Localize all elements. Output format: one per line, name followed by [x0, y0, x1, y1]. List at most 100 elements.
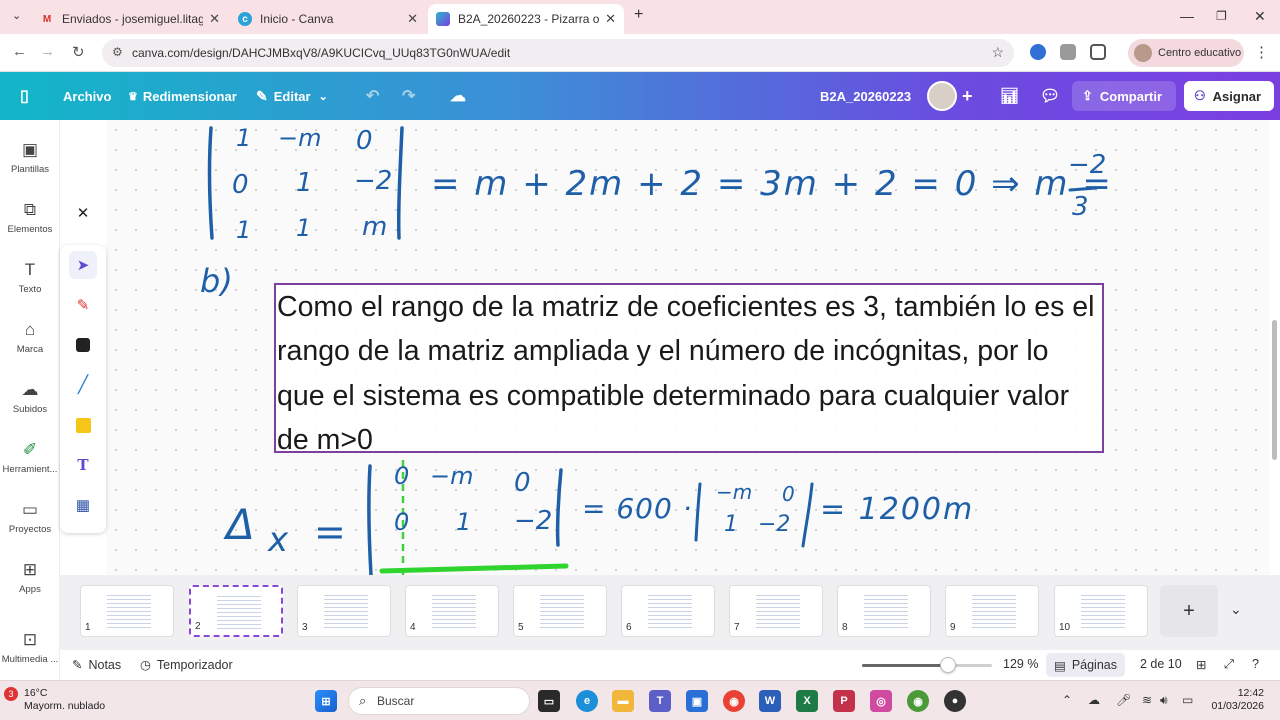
undo-icon[interactable]: ↶: [366, 72, 379, 120]
page-thumbnail[interactable]: 10: [1054, 585, 1148, 637]
avatar[interactable]: [927, 81, 957, 111]
excel-icon[interactable]: X: [796, 690, 818, 712]
zoom-slider-handle[interactable]: [939, 657, 956, 673]
sidebar-item-proyectos[interactable]: ▭ Proyectos: [0, 500, 60, 535]
battery-icon[interactable]: ▭: [1182, 693, 1193, 707]
taskbar-search[interactable]: ⌕ Buscar: [348, 687, 530, 715]
zoom-level[interactable]: 129 %: [1003, 657, 1038, 671]
add-page-button[interactable]: +: [1160, 585, 1218, 637]
network-app-icon[interactable]: ☁: [1088, 693, 1100, 707]
profile-button[interactable]: Centro educativo: [1128, 39, 1244, 67]
pages-toggle[interactable]: ▤ Páginas: [1046, 653, 1125, 677]
assign-button[interactable]: ⚇ Asignar: [1184, 81, 1274, 111]
close-window-icon[interactable]: ✕: [1254, 8, 1266, 25]
close-tab-icon[interactable]: ✕: [407, 11, 418, 27]
cloud-saved-icon[interactable]: ☁: [450, 72, 466, 120]
sidebar-item-marca[interactable]: ⌂ Marca: [0, 320, 60, 355]
page-thumbnail[interactable]: 7: [729, 585, 823, 637]
tab-search-icon[interactable]: ⌄: [12, 9, 21, 22]
browser-menu-icon[interactable]: ⋮: [1254, 43, 1269, 61]
edge-icon[interactable]: e: [576, 690, 598, 712]
fullscreen-icon[interactable]: ⤢: [1224, 657, 1234, 672]
document-title[interactable]: B2A_20260223: [820, 72, 911, 120]
windows-start-icon[interactable]: ⊞: [315, 690, 337, 712]
select-tool-icon[interactable]: ➤: [69, 251, 97, 279]
weather-widget[interactable]: 16°C Mayorm. nublado: [24, 687, 105, 713]
word-icon[interactable]: W: [759, 690, 781, 712]
shapes-tool-icon[interactable]: [69, 331, 97, 359]
chevron-down-icon[interactable]: ⌄: [1230, 601, 1242, 618]
sidebar-item-apps[interactable]: ⊞ Apps: [0, 560, 60, 595]
page-thumbnail[interactable]: 6: [621, 585, 715, 637]
file-explorer-icon[interactable]: ▬: [612, 690, 634, 712]
extension-icon[interactable]: [1030, 44, 1046, 60]
help-icon[interactable]: ?: [1252, 657, 1259, 671]
vertical-scrollbar[interactable]: [1272, 320, 1277, 460]
page-thumbnail[interactable]: 9: [945, 585, 1039, 637]
tab-canva-home[interactable]: c Inicio - Canva ✕: [230, 4, 426, 34]
forward-icon[interactable]: →: [40, 43, 55, 60]
obs-icon[interactable]: ●: [944, 690, 966, 712]
chrome-profile-icon[interactable]: ◉: [907, 690, 929, 712]
tray-chevron-icon[interactable]: ⌃: [1062, 693, 1072, 707]
grid-view-icon[interactable]: ⊞: [1196, 657, 1206, 672]
tab-gmail[interactable]: M Enviados - josemiguel.litago@e ✕: [32, 4, 228, 34]
comments-icon[interactable]: 💬︎: [1040, 72, 1060, 120]
table-tool-icon[interactable]: ▦: [69, 491, 97, 519]
zoom-slider[interactable]: [862, 664, 992, 667]
insights-icon[interactable]: 📊︎: [1000, 72, 1019, 120]
add-collaborator-icon[interactable]: +: [962, 72, 973, 120]
close-tab-icon[interactable]: ✕: [605, 11, 616, 27]
minimize-icon[interactable]: —: [1180, 8, 1194, 24]
page-thumbnail[interactable]: 1: [80, 585, 174, 637]
site-info-icon[interactable]: ⚙: [112, 45, 123, 59]
microphone-icon[interactable]: 🎤︎: [1116, 693, 1131, 707]
notes-button[interactable]: ✎ Notas: [72, 657, 121, 673]
sidebar-item-plantillas[interactable]: ▣ Plantillas: [0, 140, 60, 175]
explanation-textbox[interactable]: Como el rango de la matriz de coeficient…: [274, 283, 1104, 456]
file-menu[interactable]: Archivo: [63, 72, 111, 120]
url-field[interactable]: ⚙ canva.com/design/DAHCJMBxqV8/A9KUCICvq…: [102, 39, 1014, 67]
sticky-note-icon[interactable]: [69, 411, 97, 439]
line-tool-icon[interactable]: ╱: [69, 371, 97, 399]
whiteboard-canvas[interactable]: 1 −m 0 0 1 −2 1 1 m = m + 2m + 2 = 3m + …: [106, 120, 1270, 575]
sidebar-item-multimedia[interactable]: ⊡ Multimedia ...: [0, 630, 60, 665]
page-thumbnail[interactable]: 8: [837, 585, 931, 637]
system-clock[interactable]: 12:42 01/03/2026: [1206, 687, 1264, 713]
edit-menu[interactable]: ✎ Editar ⌄: [256, 72, 328, 120]
text-tool-icon[interactable]: T: [69, 451, 97, 479]
page-thumbnail[interactable]: 2: [189, 585, 283, 637]
sidebar-item-texto[interactable]: T Texto: [0, 260, 60, 295]
weather-alert-icon[interactable]: 3: [4, 687, 18, 701]
new-tab-icon[interactable]: +: [634, 6, 643, 24]
app-icon[interactable]: ◎: [870, 690, 892, 712]
resize-button[interactable]: ♛ Redimensionar: [128, 72, 237, 120]
outlook-icon[interactable]: ▣: [686, 690, 708, 712]
teams-icon[interactable]: T: [649, 690, 671, 712]
tab-whiteboard[interactable]: B2A_20260223 - Pizarra online ✕: [428, 4, 624, 34]
wifi-icon[interactable]: ≋: [1142, 693, 1152, 707]
back-icon[interactable]: ←: [12, 43, 27, 60]
sidebar-item-elementos[interactable]: ⧉ Elementos: [0, 200, 60, 235]
bookmark-star-icon[interactable]: ☆: [991, 44, 1004, 61]
panel-toggle-icon[interactable]: ▯: [20, 72, 29, 120]
close-icon[interactable]: ✕: [73, 204, 93, 224]
extension-icon[interactable]: [1060, 44, 1076, 60]
volume-icon[interactable]: 🔊︎: [1160, 693, 1168, 708]
task-view-icon[interactable]: ▭: [538, 690, 560, 712]
share-button[interactable]: ⇪ Compartir: [1072, 81, 1176, 111]
extensions-puzzle-icon[interactable]: [1090, 44, 1106, 60]
sidebar-item-subidos[interactable]: ☁ Subidos: [0, 380, 60, 415]
maximize-icon[interactable]: ❐: [1216, 9, 1227, 23]
pen-tool-icon[interactable]: ✎: [69, 291, 97, 319]
page-thumbnail[interactable]: 4: [405, 585, 499, 637]
chrome-icon[interactable]: ◉: [723, 690, 745, 712]
reload-icon[interactable]: ↻: [72, 43, 85, 61]
redo-icon[interactable]: ↷: [402, 72, 415, 120]
timer-button[interactable]: ◷ Temporizador: [140, 657, 233, 673]
sidebar-item-herramientas[interactable]: ✐ Herramient...: [0, 440, 60, 475]
powerpoint-icon[interactable]: P: [833, 690, 855, 712]
page-thumbnail[interactable]: 3: [297, 585, 391, 637]
page-thumbnail[interactable]: 5: [513, 585, 607, 637]
close-tab-icon[interactable]: ✕: [209, 11, 220, 27]
